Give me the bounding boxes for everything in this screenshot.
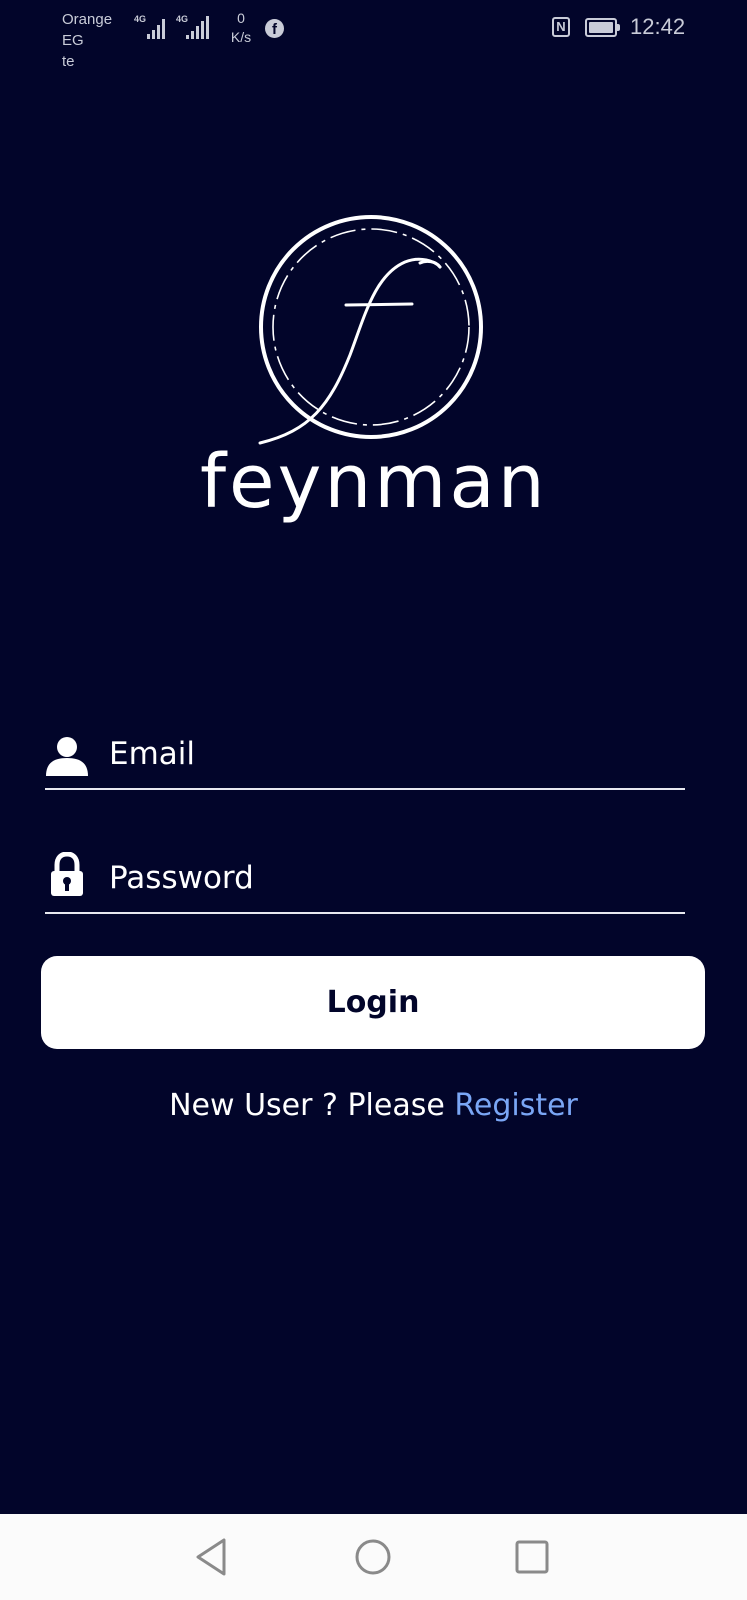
facebook-icon: f xyxy=(265,19,284,38)
recents-icon[interactable] xyxy=(509,1534,555,1580)
login-screen: Orange EG te 4G 4G 0 K/s f N 12:42 feynm… xyxy=(0,0,747,1600)
register-prompt: New User ? Please Register xyxy=(0,1088,747,1123)
app-logo: feynman xyxy=(200,205,547,535)
nfc-icon: N xyxy=(552,17,570,37)
navigation-bar xyxy=(0,1514,747,1600)
register-prompt-text: New User ? Please xyxy=(169,1088,445,1123)
register-link[interactable]: Register xyxy=(454,1088,578,1123)
signal-icon: 4G xyxy=(176,14,212,40)
email-input[interactable] xyxy=(109,726,669,782)
password-field[interactable] xyxy=(45,844,685,914)
user-icon xyxy=(46,737,88,776)
battery-icon xyxy=(585,18,620,37)
carrier-name: Orange EG te xyxy=(62,9,136,72)
app-wordmark: feynman xyxy=(200,439,548,525)
home-icon[interactable] xyxy=(350,1534,396,1580)
carrier-line-2: te xyxy=(62,53,75,70)
carrier-line-1: Orange EG xyxy=(62,11,113,49)
login-button[interactable]: Login xyxy=(41,956,705,1049)
network-speed: 0 K/s xyxy=(226,9,256,47)
email-field[interactable] xyxy=(45,720,685,790)
lock-icon xyxy=(51,852,83,896)
password-input[interactable] xyxy=(109,850,669,906)
speed-unit: K/s xyxy=(230,29,252,45)
signal-icon: 4G xyxy=(134,14,170,40)
back-icon[interactable] xyxy=(190,1534,236,1580)
clock: 12:42 xyxy=(630,14,686,39)
speed-value: 0 xyxy=(237,10,245,26)
status-bar: Orange EG te 4G 4G 0 K/s f N 12:42 xyxy=(0,0,747,70)
feynman-logo-icon xyxy=(258,215,483,445)
